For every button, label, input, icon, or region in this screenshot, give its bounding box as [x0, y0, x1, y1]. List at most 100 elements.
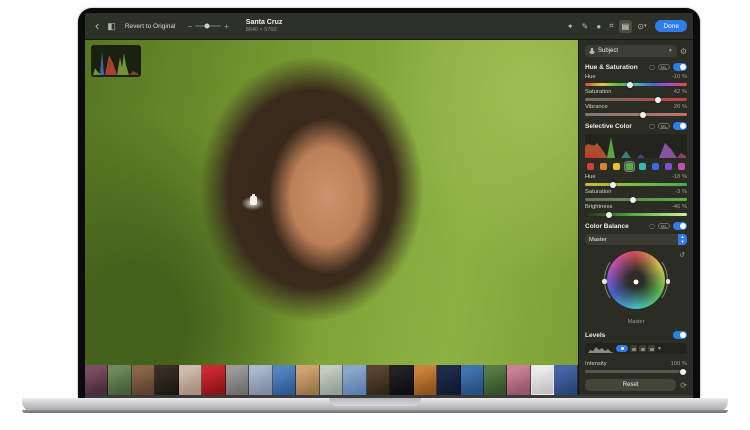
slider-label: Brightness: [585, 204, 613, 210]
color-swatch-chip: [613, 163, 620, 170]
back-chevron-icon[interactable]: ‹: [91, 19, 103, 32]
section-title: Selective Color: [585, 122, 632, 130]
revert-to-original-button[interactable]: Revert to Original: [120, 23, 181, 30]
filmstrip-thumbnail[interactable]: [483, 365, 508, 395]
adjustments-panel-icon[interactable]: ▤: [618, 19, 633, 33]
color-swatch[interactable]: [599, 162, 608, 171]
slider-value: -10 %: [671, 74, 687, 80]
selective-saturation-slider-track[interactable]: [585, 196, 687, 203]
color-swatch[interactable]: [664, 162, 673, 171]
show-original-icon[interactable]: ▢: [649, 123, 655, 130]
channel-options-chevron-icon[interactable]: ▼: [657, 346, 662, 352]
zoom-slider-thumb[interactable]: [204, 23, 210, 29]
app-window: ‹ ◧ Revert to Original − + Santa Cruz 86…: [85, 13, 693, 395]
channel-rgb-dot: [620, 347, 624, 350]
reset-row: Reset ⟳: [585, 379, 687, 391]
filmstrip-thumbnail[interactable]: [319, 365, 344, 395]
color-balance-toggle[interactable]: [673, 222, 687, 230]
hue-slider-track[interactable]: [585, 81, 687, 88]
filmstrip-thumbnail[interactable]: [507, 365, 531, 395]
zoom-slider[interactable]: [195, 23, 222, 29]
brush-icon[interactable]: ✎: [579, 20, 592, 33]
filmstrip-thumbnail[interactable]: [272, 365, 297, 395]
laptop-screen-bezel: ‹ ◧ Revert to Original − + Santa Cruz 86…: [78, 8, 700, 398]
crop-icon[interactable]: ⌗: [606, 19, 617, 33]
laptop-base-edge: [22, 410, 728, 413]
color-swatch[interactable]: [612, 162, 621, 171]
saturation-slider-track[interactable]: [585, 96, 687, 103]
color-swatch[interactable]: [651, 162, 660, 171]
channel-blue-button[interactable]: [648, 345, 655, 352]
filmstrip-thumbnail[interactable]: [366, 365, 391, 395]
reset-history-icon[interactable]: ⟳: [680, 381, 687, 390]
channel-green-button[interactable]: [639, 345, 646, 352]
more-options-icon[interactable]: ⊙▾: [634, 20, 649, 33]
filmstrip-thumbnail[interactable]: [155, 365, 179, 395]
intensity-slider-track[interactable]: [585, 368, 687, 375]
stepper-arrows-icon[interactable]: ▲ ▼: [678, 234, 687, 245]
color-swatch-chip: [639, 163, 646, 170]
brightness-slider-thumb[interactable]: [606, 211, 613, 218]
filmstrip-thumbnail[interactable]: [413, 365, 438, 395]
filmstrip-thumbnail[interactable]: [108, 365, 132, 395]
filmstrip-thumbnail[interactable]: [296, 365, 320, 395]
wheel-center-handle[interactable]: [633, 279, 639, 285]
zoom-out-button[interactable]: −: [184, 22, 195, 31]
filmstrip-thumbnail[interactable]: [225, 365, 250, 395]
filmstrip-thumbnail[interactable]: [530, 365, 555, 395]
filmstrip-thumbnail[interactable]: [343, 365, 367, 395]
reset-button[interactable]: Reset: [585, 379, 677, 391]
zoom-in-button[interactable]: +: [221, 22, 232, 31]
levels-toggle[interactable]: [673, 331, 687, 339]
vibrance-slider-track[interactable]: [585, 111, 687, 118]
filmstrip-thumbnail[interactable]: [437, 365, 461, 395]
color-balance-wheel[interactable]: [607, 251, 665, 309]
color-swatch[interactable]: [586, 162, 595, 171]
filmstrip-thumbnail[interactable]: [131, 365, 156, 395]
selective-hue-slider-thumb[interactable]: [609, 181, 616, 188]
color-swatch[interactable]: [624, 161, 635, 172]
filmstrip-thumbnail[interactable]: [460, 365, 484, 395]
channel-red-button[interactable]: [630, 345, 637, 352]
color-swatch-chip: [626, 163, 633, 170]
range-dropdown-value: Master: [589, 236, 607, 243]
color-swatch[interactable]: [677, 162, 686, 171]
selective-saturation-slider-thumb[interactable]: [629, 196, 636, 203]
color-swatch[interactable]: [638, 162, 647, 171]
hue-slider-thumb[interactable]: [626, 81, 633, 88]
filmstrip-thumbnail[interactable]: [390, 365, 414, 395]
compare-before-after-icon[interactable]: ◧: [103, 21, 120, 31]
filmstrip-thumbnail[interactable]: [178, 365, 203, 395]
selective-color-toggle[interactable]: [673, 122, 687, 130]
toolbar-right-tools: ✦ ✎ ● ⌗ ▤ ⊙▾ Done: [564, 19, 687, 33]
brightness-slider-track[interactable]: [585, 211, 687, 218]
gear-icon[interactable]: ⚙: [680, 47, 687, 56]
saturation-slider-thumb[interactable]: [655, 96, 662, 103]
repair-wand-icon[interactable]: ✦: [564, 20, 577, 33]
wheel-right-handle[interactable]: [665, 279, 670, 284]
filmstrip-thumbnail[interactable]: [249, 365, 273, 395]
channel-rgb-button[interactable]: [616, 345, 628, 352]
filmstrip-thumbnail[interactable]: [202, 365, 226, 395]
done-button[interactable]: Done: [655, 20, 687, 32]
show-original-icon[interactable]: ▢: [649, 64, 655, 71]
main-area: Subject ▼ ⚙ Hue & Saturation ▢ ML Hue -1…: [85, 40, 693, 395]
intensity-slider-thumb[interactable]: [679, 368, 686, 375]
photo-canvas[interactable]: [85, 40, 578, 395]
selective-hue-slider-track[interactable]: [585, 181, 687, 188]
ml-auto-button[interactable]: ML: [657, 122, 670, 130]
show-original-icon[interactable]: ▢: [649, 223, 655, 230]
wheel-left-handle[interactable]: [602, 279, 607, 284]
color-swatch-row: [585, 161, 687, 172]
retouch-icon[interactable]: ●: [593, 20, 604, 33]
preset-dropdown[interactable]: Subject ▼: [585, 45, 677, 57]
ml-auto-button[interactable]: ML: [657, 222, 670, 230]
wheel-reset-icon[interactable]: ↺: [679, 251, 685, 259]
hue-saturation-toggle[interactable]: [673, 63, 687, 71]
slider-intensity: Intensity 100 %: [585, 361, 687, 375]
filmstrip-thumbnail[interactable]: [554, 365, 578, 395]
filmstrip-thumbnail[interactable]: [85, 365, 109, 395]
color-balance-range-dropdown[interactable]: Master ▲ ▼: [585, 234, 687, 245]
vibrance-slider-thumb[interactable]: [640, 111, 647, 118]
ml-auto-button[interactable]: ML: [657, 63, 670, 71]
